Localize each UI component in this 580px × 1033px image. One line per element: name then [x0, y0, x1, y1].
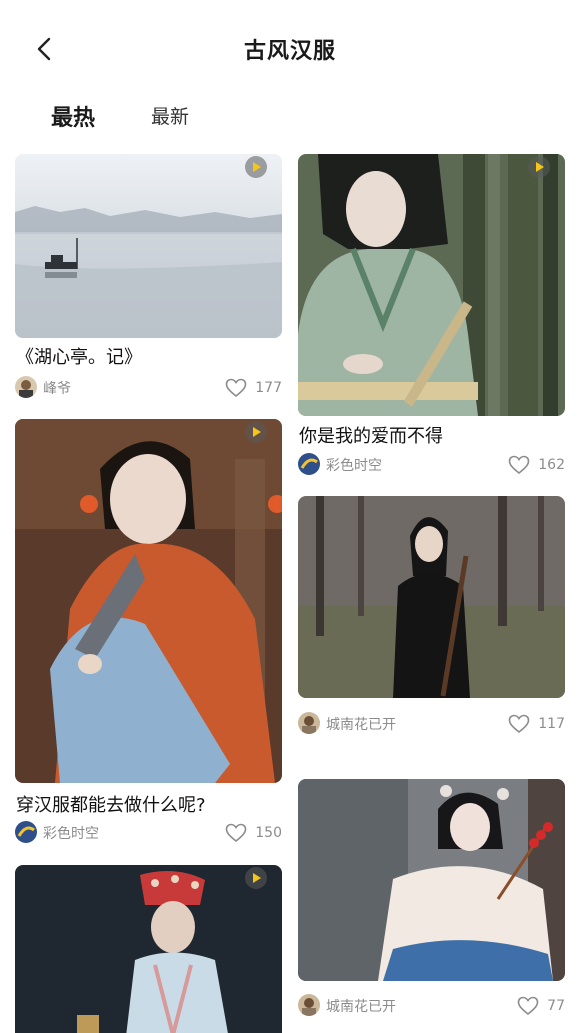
like-button[interactable]: 77	[517, 994, 565, 1018]
avatar-image	[15, 376, 37, 398]
play-icon	[253, 162, 261, 172]
video-play-badge	[245, 867, 267, 889]
heart-icon	[508, 714, 530, 734]
author-avatar[interactable]	[298, 712, 320, 734]
feed-card-white-hanfu[interactable]: 城南花已开 77	[298, 779, 565, 1024]
card-thumbnail[interactable]	[15, 154, 282, 338]
feed-card-black-hanfu[interactable]: 城南花已开 117	[298, 496, 565, 736]
heart-icon	[225, 378, 247, 398]
orange-hanfu-image	[15, 419, 282, 783]
video-play-badge	[528, 156, 550, 178]
feed-card-green-hanfu[interactable]: 你是我的爱而不得 彩色时空 162	[298, 154, 565, 479]
like-count: 177	[255, 380, 282, 396]
play-icon	[253, 873, 261, 883]
like-button[interactable]: 162	[508, 453, 565, 477]
page-title: 古风汉服	[243, 39, 336, 64]
white-hanfu-image	[298, 779, 565, 981]
author-name[interactable]: 彩色时空	[43, 823, 99, 843]
author-name[interactable]: 城南花已开	[326, 714, 396, 734]
card-meta: 城南花已开 77	[298, 994, 565, 1018]
avatar-image	[15, 821, 37, 843]
card-title[interactable]: 你是我的爱而不得	[299, 422, 443, 448]
heart-icon	[517, 996, 539, 1016]
card-thumbnail[interactable]	[298, 496, 565, 698]
heart-icon	[508, 455, 530, 475]
lake-scene-image	[15, 154, 282, 338]
card-thumbnail[interactable]	[298, 154, 565, 416]
card-meta: 峰爷 177	[15, 376, 282, 400]
lantern-hanfu-image	[15, 865, 282, 1033]
app-header: 古风汉服	[0, 0, 580, 98]
feed-card-lake[interactable]: 《湖心亭。记》 峰爷 177	[15, 154, 282, 404]
card-meta: 彩色时空 162	[298, 453, 565, 477]
sort-tabs: 最热 最新	[0, 98, 580, 150]
black-hanfu-image	[298, 496, 565, 698]
like-count: 117	[538, 716, 565, 732]
like-count: 150	[255, 825, 282, 841]
heart-icon	[225, 823, 247, 843]
card-meta: 彩色时空 150	[15, 821, 282, 845]
author-name[interactable]: 峰爷	[43, 378, 71, 398]
author-name[interactable]: 彩色时空	[326, 455, 382, 475]
like-button[interactable]: 177	[225, 376, 282, 400]
play-icon	[536, 162, 544, 172]
card-title[interactable]: 穿汉服都能去做什么呢?	[16, 791, 206, 817]
author-name[interactable]: 城南花已开	[326, 996, 396, 1016]
like-button[interactable]: 150	[225, 821, 282, 845]
tab-newest[interactable]: 最新	[151, 102, 189, 129]
author-avatar[interactable]	[298, 453, 320, 475]
play-icon	[253, 427, 261, 437]
avatar-image	[298, 453, 320, 475]
like-count: 162	[538, 457, 565, 473]
avatar-image	[298, 994, 320, 1016]
video-play-badge	[245, 156, 267, 178]
author-avatar[interactable]	[15, 376, 37, 398]
feed-card-orange-hanfu[interactable]: 穿汉服都能去做什么呢? 彩色时空 150	[15, 419, 282, 845]
card-thumbnail[interactable]	[298, 779, 565, 981]
tab-hottest[interactable]: 最热	[51, 100, 95, 132]
feed-card-lantern[interactable]	[15, 865, 282, 1033]
card-meta: 城南花已开 117	[298, 712, 565, 736]
green-hanfu-image	[298, 154, 565, 416]
avatar-image	[298, 712, 320, 734]
author-avatar[interactable]	[298, 994, 320, 1016]
card-title[interactable]: 《湖心亭。记》	[16, 343, 142, 369]
like-count: 77	[547, 998, 565, 1014]
author-avatar[interactable]	[15, 821, 37, 843]
card-thumbnail[interactable]	[15, 419, 282, 783]
card-thumbnail[interactable]	[15, 865, 282, 1033]
video-play-badge	[245, 421, 267, 443]
like-button[interactable]: 117	[508, 712, 565, 736]
